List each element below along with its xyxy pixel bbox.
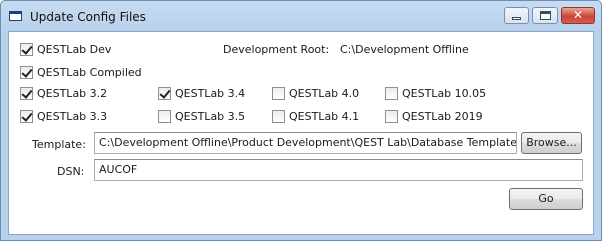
checkbox-label: QESTLab 2019 [402,109,483,123]
title-bar[interactable]: Update Config Files ✕ [1,1,601,31]
checkbox-qestlab-dev[interactable]: QESTLab Dev [20,42,111,56]
checkbox-qestlab-3-5[interactable]: QESTLab 3.5 [158,109,245,123]
template-label: Template: [32,138,86,151]
checkbox-box[interactable] [158,86,171,100]
checkbox-label: QESTLab 4.1 [289,109,360,123]
minimize-button[interactable] [504,7,529,24]
checkbox-box[interactable] [20,109,33,123]
checkbox-label: QESTLab Compiled [37,65,142,79]
client-area: QESTLab Dev Development Root: C:\Develop… [8,31,594,235]
checkbox-qestlab-3-2[interactable]: QESTLab 3.2 [20,86,107,100]
checkbox-label: QESTLab 10.05 [402,86,487,100]
checkbox-qestlab-2019[interactable]: QESTLab 2019 [385,109,483,123]
checkbox-qestlab-compiled[interactable]: QESTLab Compiled [20,65,142,79]
checkbox-label: QESTLab 3.4 [175,86,246,100]
checkbox-label: QESTLab 4.0 [289,86,360,100]
checkbox-label: QESTLab 3.2 [37,86,108,100]
template-input[interactable]: C:\Development Offline\Product Developme… [94,132,517,154]
browse-button[interactable]: Browse... [521,132,582,154]
checkbox-qestlab-3-3[interactable]: QESTLab 3.3 [20,109,107,123]
checkbox-box[interactable] [20,42,33,56]
window-title: Update Config Files [30,10,146,24]
window-app-icon [9,11,22,21]
minimize-icon [512,17,521,20]
maximize-button[interactable] [532,7,558,24]
dsn-label: DSN: [57,165,85,178]
close-icon: ✕ [572,8,584,22]
checkbox-label: QESTLab 3.3 [37,109,108,123]
checkbox-box[interactable] [385,109,398,123]
checkbox-box[interactable] [272,109,285,123]
checkbox-label: QESTLab 3.5 [175,109,246,123]
close-button[interactable]: ✕ [561,7,595,24]
checkbox-box[interactable] [158,109,171,123]
checkbox-label: QESTLab Dev [37,42,112,56]
checkbox-box[interactable] [20,65,33,79]
checkbox-box[interactable] [272,86,285,100]
dsn-input[interactable]: AUCOF [94,159,583,181]
dev-root-label: Development Root: [223,43,330,56]
checkbox-qestlab-4-1[interactable]: QESTLab 4.1 [272,109,359,123]
checkbox-qestlab-4-0[interactable]: QESTLab 4.0 [272,86,359,100]
checkbox-box[interactable] [385,86,398,100]
go-button[interactable]: Go [509,188,583,210]
checkbox-box[interactable] [20,86,33,100]
checkbox-qestlab-10-05[interactable]: QESTLab 10.05 [385,86,486,100]
maximize-icon [540,11,551,20]
window: Update Config Files ✕ QESTLab Dev Develo… [0,0,602,241]
dev-root-value: C:\Development Offline [340,43,469,56]
checkbox-qestlab-3-4[interactable]: QESTLab 3.4 [158,86,245,100]
